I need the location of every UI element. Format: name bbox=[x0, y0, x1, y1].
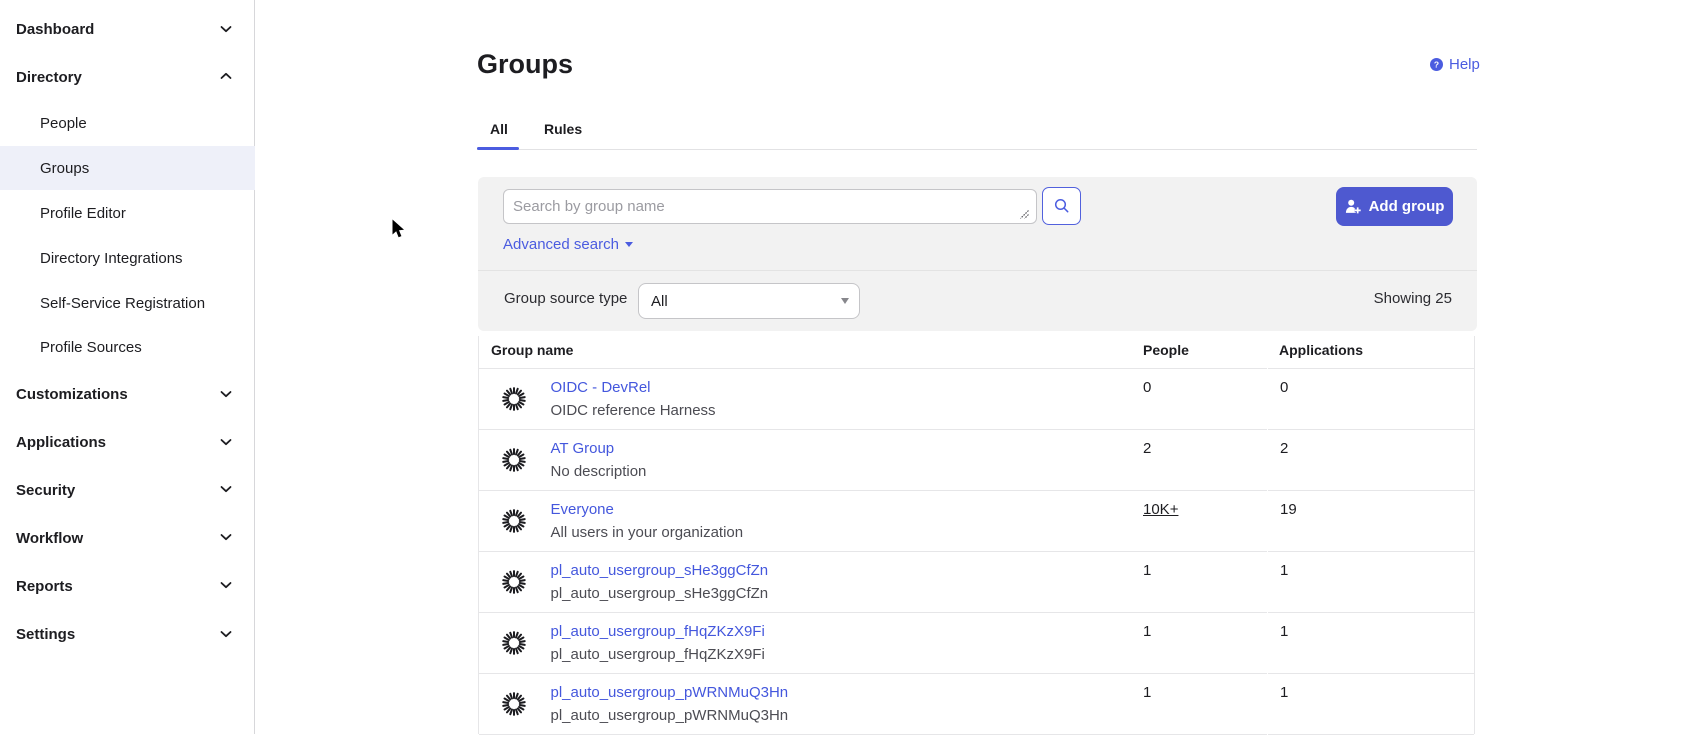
svg-text:?: ? bbox=[1434, 59, 1439, 69]
